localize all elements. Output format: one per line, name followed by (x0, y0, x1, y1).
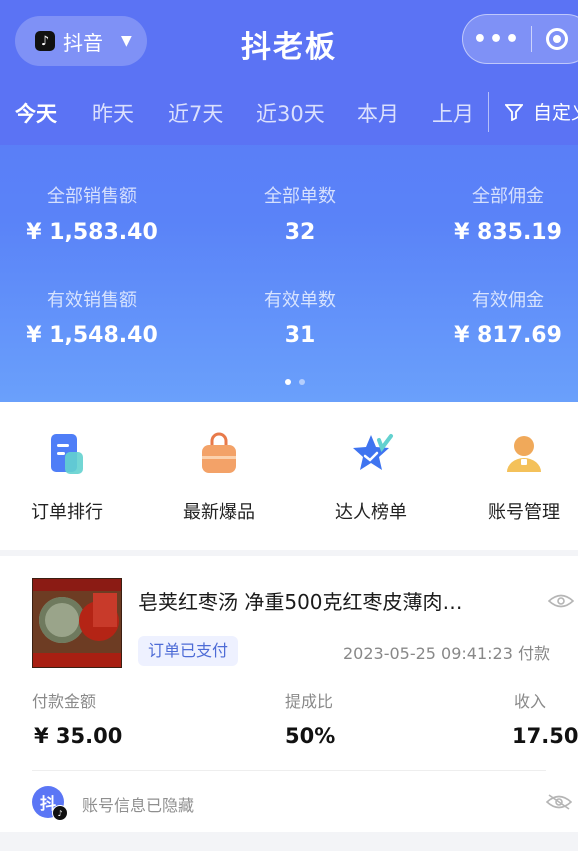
user-icon (504, 432, 544, 476)
product-title[interactable]: 皂荚红枣汤 净重500克红枣皮薄肉… (138, 586, 518, 615)
menu-label: 最新爆品 (183, 502, 255, 523)
menu-new-hot-products[interactable]: 最新爆品 (149, 432, 289, 524)
more-icon[interactable]: ••• (463, 27, 531, 52)
tab-this-month[interactable]: 本月 (357, 98, 399, 128)
shopping-bag-icon (199, 432, 239, 476)
tabs-divider (488, 92, 489, 132)
menu-order-ranking[interactable]: 订单排行 (0, 432, 137, 524)
stat-label: 全部单数 (264, 186, 336, 207)
stat-label: 有效佣金 (472, 290, 544, 311)
star-badge-icon (351, 432, 393, 476)
account-avatar: 抖 ♪ (32, 786, 68, 821)
tab-last-30-days[interactable]: 近30天 (256, 98, 325, 128)
tab-last-7-days[interactable]: 近7天 (168, 98, 223, 128)
close-target-icon[interactable] (546, 28, 568, 50)
carousel-indicator (285, 379, 305, 385)
card-divider (32, 770, 546, 771)
payment-amount-value: ¥ 35.00 (34, 724, 123, 748)
document-icon (47, 432, 87, 476)
order-status-badge: 订单已支付 (138, 636, 239, 666)
menu-label: 达人榜单 (335, 502, 407, 523)
stat-value: ¥ 817.69 (454, 323, 562, 348)
stat-value: ¥ 1,548.40 (26, 323, 158, 348)
stat-value: ¥ 835.19 (454, 220, 562, 245)
eye-icon[interactable] (548, 594, 574, 608)
filter-icon (505, 103, 523, 121)
stat-value: 32 (284, 220, 316, 245)
menu-label: 订单排行 (31, 502, 103, 523)
feature-menu: 订单排行 最新爆品 达人榜单 账号管理 (0, 402, 578, 550)
date-range-tabs: 今天 昨天 近7天 近30天 本月 上月 自定义 (0, 92, 578, 132)
mini-program-capsule: ••• (462, 14, 578, 64)
stat-value: ¥ 1,583.40 (26, 220, 158, 245)
tab-last-month[interactable]: 上月 (432, 98, 474, 128)
thumbnail-seal (93, 593, 117, 627)
stat-label: 有效销售额 (47, 290, 137, 311)
carousel-dot (299, 379, 305, 385)
income-value: 17.50 (512, 724, 578, 748)
commission-rate-label: 提成比 (285, 692, 334, 711)
carousel-dot-active (285, 379, 291, 385)
tiktok-mini-icon: ♪ (52, 805, 68, 821)
tab-today[interactable]: 今天 (15, 98, 57, 128)
thumbnail-banner (33, 579, 121, 591)
commission-rate-value: 50% (285, 724, 336, 748)
stat-label: 全部佣金 (472, 186, 544, 207)
order-card[interactable]: 皂荚红枣汤 净重500克红枣皮薄肉… 订单已支付 2023-05-25 09:4… (0, 556, 578, 832)
menu-label: 账号管理 (488, 502, 560, 523)
thumbnail-footer (33, 653, 121, 667)
custom-filter-button[interactable]: 自定义 (505, 98, 578, 125)
payment-time: 2023-05-25 09:41:23 付款 (342, 644, 550, 663)
stat-label: 全部销售额 (47, 186, 137, 207)
stat-label: 有效单数 (264, 290, 336, 311)
account-hidden-text: 账号信息已隐藏 (82, 796, 195, 815)
filter-label: 自定义 (533, 102, 578, 124)
capsule-divider (531, 26, 532, 52)
eye-off-icon[interactable] (546, 794, 572, 810)
tab-yesterday[interactable]: 昨天 (92, 98, 134, 128)
menu-influencer-list[interactable]: 达人榜单 (301, 432, 441, 524)
income-label: 收入 (514, 692, 547, 711)
payment-amount-label: 付款金额 (32, 692, 97, 711)
stat-value: 31 (284, 323, 316, 348)
product-thumbnail (32, 578, 122, 668)
menu-account-management[interactable]: 账号管理 (454, 432, 578, 524)
